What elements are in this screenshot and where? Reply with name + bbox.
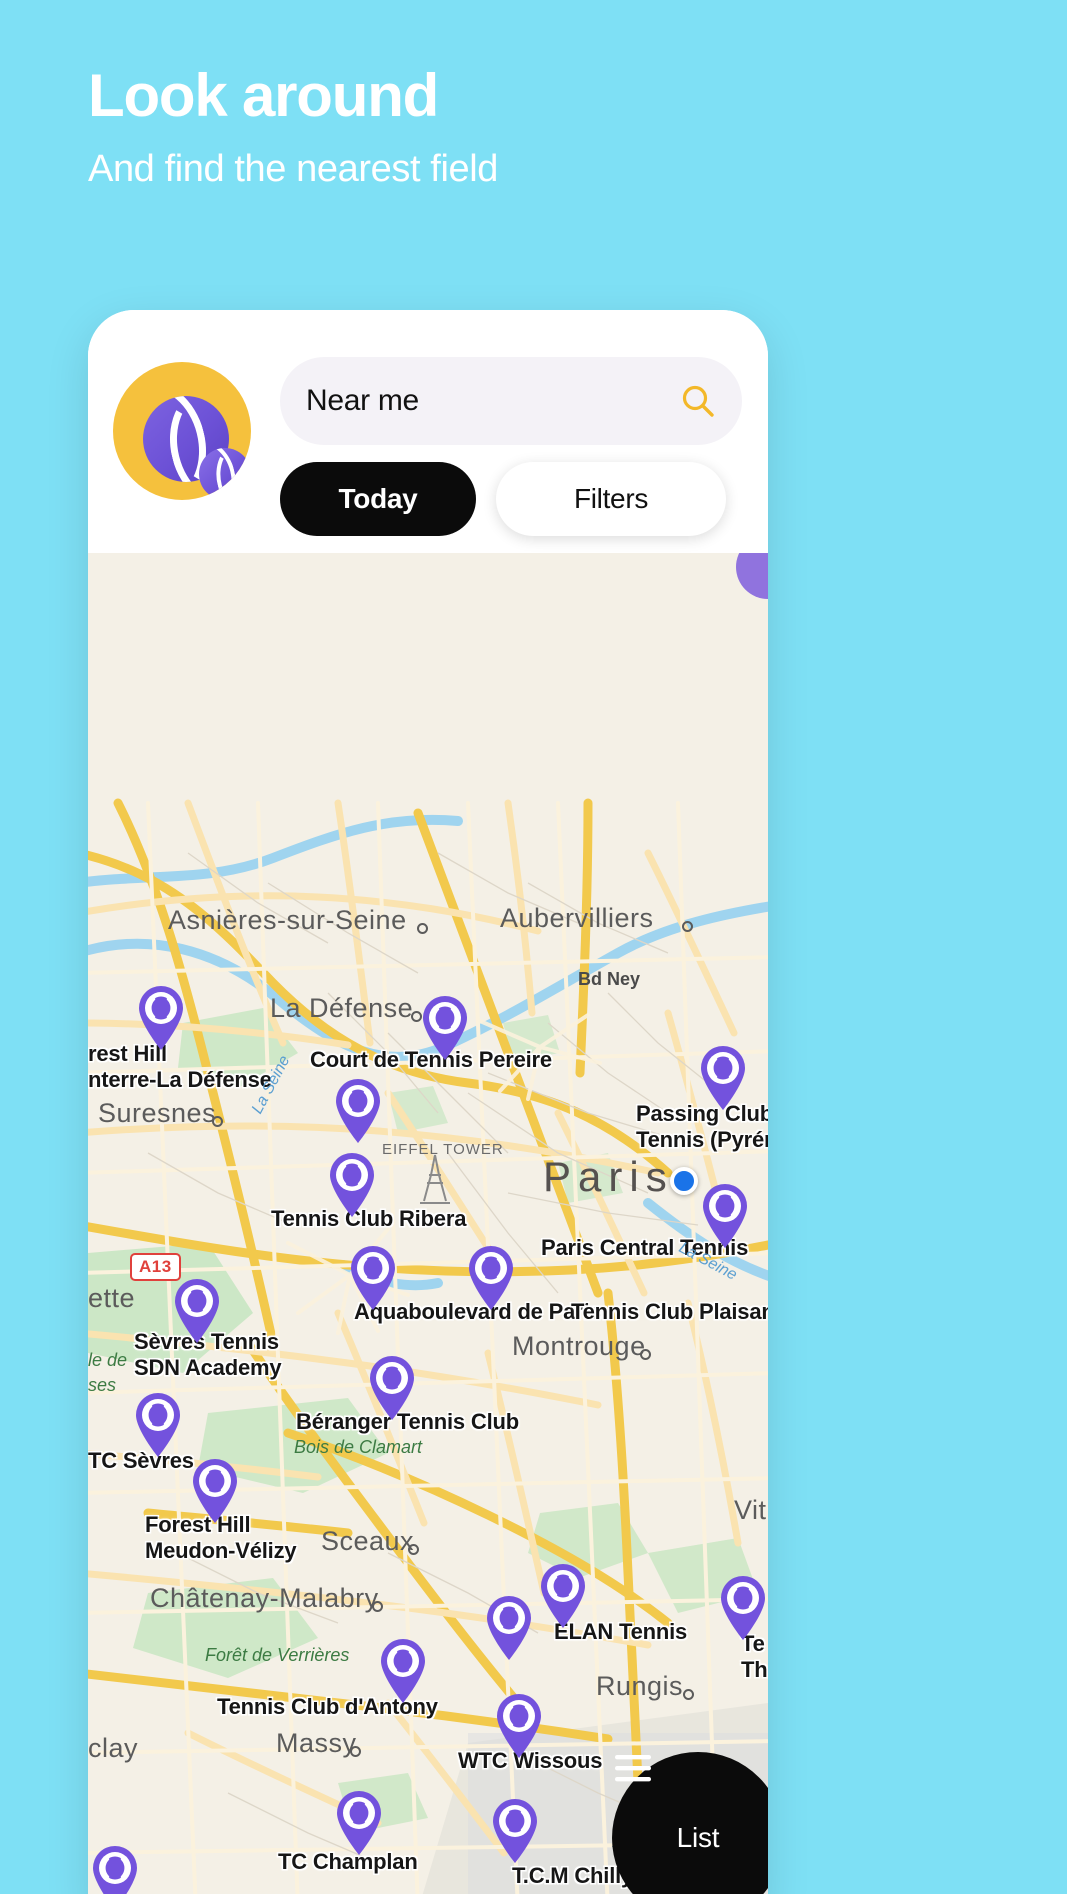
map-city-dot xyxy=(417,923,428,934)
search-input[interactable]: Near me xyxy=(280,357,742,445)
map-marker[interactable] xyxy=(346,1243,400,1311)
map-marker[interactable] xyxy=(170,1276,224,1344)
map-park-label: le de xyxy=(88,1350,128,1370)
map-marker[interactable] xyxy=(188,1456,242,1524)
chip-today[interactable]: Today xyxy=(280,462,476,536)
hero-section: Look around And find the nearest field xyxy=(88,66,988,190)
map-city-dot xyxy=(639,1349,651,1360)
map-city-dot xyxy=(683,1689,694,1700)
map-marker[interactable] xyxy=(365,1353,419,1421)
map-marker[interactable] xyxy=(536,1561,590,1629)
user-location-dot xyxy=(670,1167,698,1195)
map-venue-label[interactable]: T.C.M Chilly xyxy=(512,1863,633,1889)
map-city-dot xyxy=(349,1746,361,1757)
map-marker[interactable] xyxy=(716,1573,768,1641)
list-button-label: List xyxy=(676,1822,720,1853)
map-marker[interactable] xyxy=(482,1593,536,1661)
search-icon[interactable] xyxy=(680,383,716,419)
map-marker[interactable] xyxy=(376,1636,430,1704)
map-marker[interactable] xyxy=(464,1243,518,1311)
tennis-ball-small-icon xyxy=(199,448,251,500)
map-city-dot xyxy=(372,1601,383,1612)
filter-chips: Today Filters xyxy=(280,462,726,536)
map-park-label: ses xyxy=(88,1375,117,1395)
map-marker[interactable] xyxy=(332,1788,386,1856)
map-marker[interactable] xyxy=(325,1150,379,1218)
map-city-dot xyxy=(212,1116,223,1127)
page-title: Look around xyxy=(88,62,439,129)
map-marker[interactable] xyxy=(488,1796,542,1864)
page-subtitle: And find the nearest field xyxy=(88,148,498,190)
chip-filters[interactable]: Filters xyxy=(496,462,726,536)
map-marker[interactable] xyxy=(492,1691,546,1759)
phone-mockup: .rd-major { stroke:#f2c94c; stroke-width… xyxy=(88,310,768,1894)
map-park-label: Forêt de Verrières xyxy=(205,1645,350,1665)
eiffel-tower-icon xyxy=(418,1153,452,1205)
map-venue-label[interactable]: Tennis Club Plaisance xyxy=(571,1299,768,1325)
app-header: Near me Today Filters xyxy=(88,310,768,553)
map-road-label: Bd Ney xyxy=(578,969,641,989)
map-city-dot xyxy=(681,921,693,932)
map-marker[interactable] xyxy=(696,1043,750,1111)
search-input-value: Near me xyxy=(306,384,419,417)
list-button[interactable]: List xyxy=(612,1752,768,1894)
map-park-label: Bois de Clamart xyxy=(294,1437,423,1457)
map-marker[interactable] xyxy=(698,1181,752,1249)
app-logo xyxy=(113,362,251,500)
map-marker[interactable] xyxy=(134,983,188,1051)
chip-today-label: Today xyxy=(338,483,418,514)
map-marker[interactable] xyxy=(131,1390,185,1458)
map-city-dot xyxy=(408,1544,419,1555)
map-marker[interactable] xyxy=(88,1843,142,1894)
map-marker[interactable] xyxy=(418,993,472,1061)
map-marker[interactable] xyxy=(331,1076,385,1144)
list-icon xyxy=(615,1755,651,1782)
map-view[interactable]: .rd-major { stroke:#f2c94c; stroke-width… xyxy=(88,553,768,1894)
chip-filters-label: Filters xyxy=(573,483,649,514)
eiffel-tower-label: EIFFEL TOWER xyxy=(382,1141,504,1158)
